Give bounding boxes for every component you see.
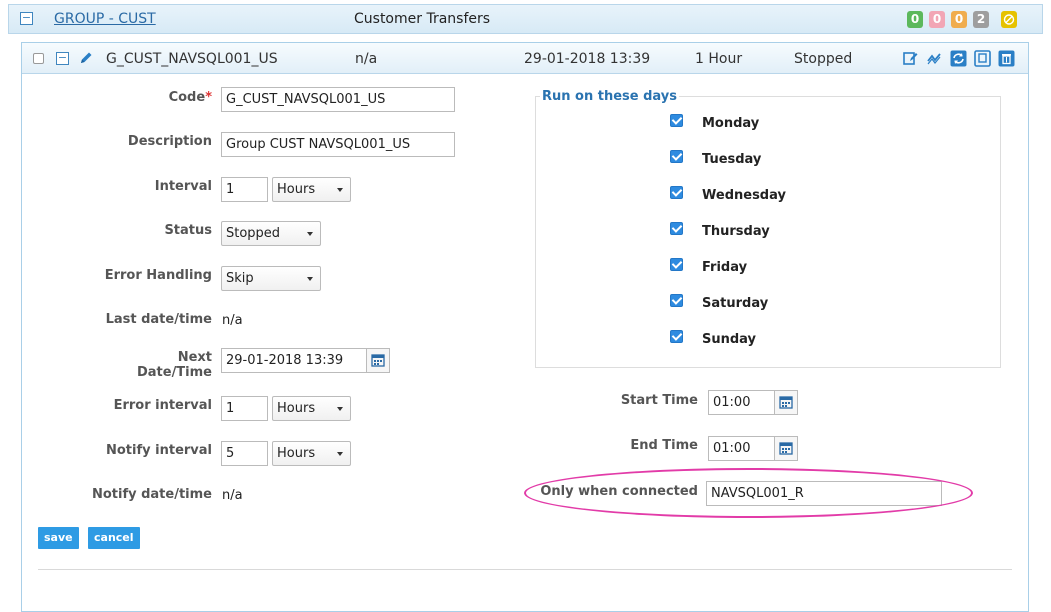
- notify-interval-input[interactable]: 5: [221, 441, 268, 466]
- refresh-icon[interactable]: [950, 50, 967, 67]
- status-label: Status: [164, 223, 212, 238]
- notify-interval-unit-value: Hours: [277, 446, 316, 461]
- export-icon[interactable]: [974, 50, 991, 67]
- friday-label: Friday: [702, 260, 748, 275]
- badge-pink: 0: [929, 11, 945, 28]
- sunday-checkbox[interactable]: [670, 330, 683, 343]
- interval-input[interactable]: 1: [221, 177, 268, 202]
- badge-orange: 0: [951, 11, 967, 28]
- tuesday-checkbox[interactable]: [670, 150, 683, 163]
- status-select[interactable]: Stopped: [221, 221, 321, 246]
- notify-interval-unit-select[interactable]: Hours: [272, 441, 351, 466]
- interval-label: Interval: [154, 179, 212, 194]
- days-legend: Run on these days: [540, 89, 680, 104]
- last-datetime-value: n/a: [222, 313, 243, 328]
- description-label: Description: [127, 134, 212, 149]
- wednesday-checkbox[interactable]: [670, 186, 683, 199]
- clock-icon[interactable]: [775, 436, 798, 461]
- chevron-down-icon: [307, 277, 313, 281]
- pencil-icon[interactable]: [78, 50, 94, 70]
- edit-icon[interactable]: [902, 50, 919, 67]
- trash-icon[interactable]: [998, 50, 1015, 67]
- item-next-run: 29-01-2018 13:39: [524, 51, 651, 67]
- next-datetime-label: Next Date/Time: [136, 350, 212, 380]
- interval-unit-value: Hours: [277, 182, 316, 197]
- error-handling-label: Error Handling: [104, 268, 212, 283]
- item-interval: 1 Hour: [695, 51, 743, 67]
- error-handling-select[interactable]: Skip: [221, 266, 321, 291]
- collapse-item-button[interactable]: −: [56, 52, 69, 65]
- start-time-input[interactable]: 01:00: [708, 390, 775, 415]
- disable-icon[interactable]: [1001, 11, 1017, 28]
- group-link[interactable]: GROUP - CUST: [54, 11, 156, 27]
- end-time-input[interactable]: 01:00: [708, 436, 775, 461]
- chevron-down-icon: [337, 188, 343, 192]
- wednesday-label: Wednesday: [702, 188, 786, 203]
- chevron-down-icon: [307, 232, 313, 236]
- highlight-ellipse: [524, 468, 973, 518]
- thursday-checkbox[interactable]: [670, 222, 683, 235]
- saturday-checkbox[interactable]: [670, 294, 683, 307]
- error-interval-unit-select[interactable]: Hours: [272, 396, 351, 421]
- collapse-group-button[interactable]: −: [20, 12, 33, 25]
- error-interval-label: Error interval: [113, 398, 212, 413]
- transfer-row-header: − G_CUST_NAVSQL001_US n/a 29-01-2018 13:…: [22, 43, 1028, 74]
- end-time-label: End Time: [630, 438, 698, 453]
- notify-datetime-value: n/a: [222, 488, 243, 503]
- item-status: Stopped: [794, 51, 853, 67]
- next-datetime-input[interactable]: 29-01-2018 13:39: [221, 348, 367, 373]
- last-datetime-label: Last date/time: [105, 312, 212, 327]
- badge-gray: 2: [973, 11, 989, 28]
- error-interval-input[interactable]: 1: [221, 396, 268, 421]
- monday-label: Monday: [702, 116, 760, 131]
- badge-green: 0: [907, 11, 923, 28]
- code-input[interactable]: G_CUST_NAVSQL001_US: [221, 87, 455, 112]
- divider: [38, 569, 1012, 570]
- chevron-down-icon: [337, 452, 343, 456]
- start-time-label: Start Time: [620, 393, 698, 408]
- sunday-label: Sunday: [702, 332, 757, 347]
- notify-datetime-label: Notify date/time: [91, 487, 212, 502]
- group-title: Customer Transfers: [354, 11, 491, 27]
- monday-checkbox[interactable]: [670, 114, 683, 127]
- error-handling-value: Skip: [226, 271, 254, 286]
- description-input[interactable]: Group CUST NAVSQL001_US: [221, 132, 455, 157]
- clock-icon[interactable]: [775, 390, 798, 415]
- group-header: − GROUP - CUST Customer Transfers 0 0 0 …: [8, 4, 1043, 34]
- item-last-run: n/a: [355, 51, 378, 67]
- calendar-icon[interactable]: [367, 348, 390, 373]
- error-interval-unit-value: Hours: [277, 401, 316, 416]
- status-value: Stopped: [226, 226, 281, 241]
- cancel-button[interactable]: cancel: [88, 527, 140, 549]
- thursday-label: Thursday: [702, 224, 770, 239]
- tuesday-label: Tuesday: [702, 152, 762, 167]
- save-button[interactable]: save: [38, 527, 79, 549]
- notify-interval-label: Notify interval: [106, 443, 212, 458]
- chevron-down-icon: [337, 407, 343, 411]
- friday-checkbox[interactable]: [670, 258, 683, 271]
- saturday-label: Saturday: [702, 296, 769, 311]
- log-icon[interactable]: [926, 50, 943, 67]
- select-checkbox[interactable]: [33, 53, 44, 64]
- code-label: Code*: [168, 90, 212, 105]
- item-code: G_CUST_NAVSQL001_US: [106, 51, 278, 67]
- interval-unit-select[interactable]: Hours: [272, 177, 351, 202]
